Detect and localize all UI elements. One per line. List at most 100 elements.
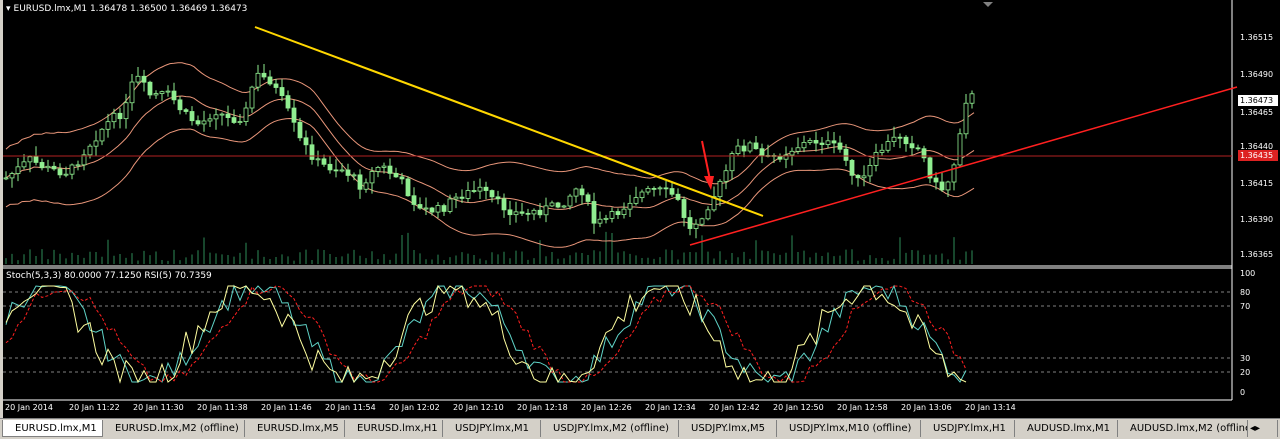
- tab-scroll-buttons[interactable]: ◂▸: [1248, 420, 1278, 437]
- red-arrow-icon[interactable]: [701, 140, 714, 190]
- candle-body: [375, 167, 381, 172]
- candle-body: [801, 142, 807, 149]
- candle-body: [777, 155, 783, 160]
- tab-usdjpy-m5[interactable]: USDJPY.lmx,M5: [679, 420, 777, 437]
- candle-body: [249, 86, 255, 109]
- candle-body: [579, 188, 585, 196]
- candle-body: [441, 205, 447, 212]
- candle-body: [417, 204, 423, 209]
- candle-body: [627, 202, 633, 210]
- candle-body: [615, 211, 621, 216]
- candle-body: [657, 187, 663, 190]
- time-label: 20 Jan 12:10: [453, 403, 504, 412]
- tab-audusd-m1[interactable]: AUDUSD.lmx,M1: [1015, 420, 1118, 437]
- candle-body: [621, 208, 627, 216]
- time-label: 20 Jan 12:42: [709, 403, 760, 412]
- chart-tab-bar: EURUSD.lmx,M1 EURUSD.lmx,M2 (offline) EU…: [0, 418, 1280, 439]
- candle-body: [75, 164, 81, 167]
- scroll-right-icon[interactable]: ▸: [1255, 423, 1260, 434]
- candle-body: [759, 148, 765, 156]
- candle-body: [351, 174, 357, 177]
- candle-body: [867, 164, 873, 177]
- candle-body: [699, 218, 705, 225]
- volume-bars: [5, 231, 973, 264]
- candle-body: [261, 72, 267, 78]
- candle-body: [687, 217, 693, 229]
- candle-body: [495, 196, 501, 200]
- price-chart[interactable]: [0, 0, 1280, 418]
- candle-body: [447, 198, 453, 212]
- candle-body: [69, 164, 75, 175]
- tab-usdjpy-m1[interactable]: USDJPY.lmx,M1: [443, 420, 541, 437]
- candle-body: [93, 140, 99, 147]
- shift-marker-icon[interactable]: [983, 2, 993, 7]
- time-label: 20 Jan 2014: [5, 403, 53, 412]
- tab-eurusd-h1[interactable]: EURUSD.lmx,H1: [345, 420, 443, 437]
- candle-body: [507, 209, 513, 216]
- candle-body: [849, 159, 855, 176]
- candle-body: [423, 207, 429, 210]
- stoch-signal-line: [5, 285, 967, 383]
- candle-body: [597, 218, 603, 224]
- candle-body: [519, 211, 525, 214]
- dropdown-triangle-icon[interactable]: ▾: [6, 4, 11, 14]
- candle-body: [3, 177, 9, 180]
- candle-body: [537, 209, 543, 216]
- price-label: 1.36390: [1240, 215, 1274, 224]
- candle-body: [861, 175, 867, 179]
- candle-body: [567, 195, 573, 207]
- time-label: 20 Jan 13:06: [901, 403, 952, 412]
- time-label: 20 Jan 12:18: [517, 403, 568, 412]
- candle-body: [219, 113, 225, 116]
- chart-window[interactable]: ▾ EURUSD.lmx,M1 1.36478 1.36500 1.36469 1…: [0, 0, 1280, 418]
- candle-body: [339, 169, 345, 172]
- candle-body: [429, 207, 435, 213]
- candle-body: [609, 211, 615, 219]
- candle-body: [819, 142, 825, 145]
- candle-body: [297, 121, 303, 139]
- tab-eurusd-m5[interactable]: EURUSD.lmx,M5: [245, 420, 345, 437]
- candle-body: [141, 75, 147, 83]
- candle-body: [645, 188, 651, 193]
- downtrend-line[interactable]: [254, 26, 764, 217]
- price-label: 1.36415: [1240, 179, 1274, 188]
- oscillator-levels: [3, 291, 1232, 373]
- candle-body: [243, 107, 249, 122]
- level-price-tag: 1.36435: [1238, 150, 1278, 161]
- candle-body: [753, 142, 759, 150]
- time-label: 20 Jan 12:02: [389, 403, 440, 412]
- candle-body: [633, 197, 639, 204]
- candle-body: [15, 166, 21, 174]
- candle-body: [399, 176, 405, 180]
- time-label: 20 Jan 12:50: [773, 403, 824, 412]
- tab-usdjpy-m2[interactable]: USDJPY.lmx,M2 (offline): [541, 420, 679, 437]
- candle-body: [357, 174, 363, 190]
- chart-title-text: EURUSD.lmx,M1 1.36478 1.36500 1.36469 1.…: [13, 4, 248, 14]
- candle-body: [9, 173, 15, 179]
- candle-body: [21, 161, 27, 168]
- tab-eurusd-m2[interactable]: EURUSD.lmx,M2 (offline): [103, 420, 245, 437]
- band-line: [5, 117, 975, 248]
- tab-audusd-m2[interactable]: AUDUSD.lmx,M2 (offline: [1118, 420, 1248, 437]
- candle-body: [213, 114, 219, 120]
- price-label: 1.36515: [1240, 33, 1274, 42]
- candle-body: [303, 137, 309, 146]
- candle-body: [333, 169, 339, 172]
- candle-body: [381, 165, 387, 168]
- candle-body: [843, 148, 849, 161]
- candle-body: [681, 199, 687, 218]
- time-label: 20 Jan 12:26: [581, 403, 632, 412]
- candle-body: [201, 120, 207, 125]
- candle-body: [879, 149, 885, 153]
- tab-usdjpy-m10[interactable]: USDJPY.lmx,M10 (offline): [777, 420, 921, 437]
- tab-usdjpy-h1[interactable]: USDJPY.lmx,H1: [921, 420, 1015, 437]
- candle-body: [63, 173, 69, 176]
- tab-eurusd-m1[interactable]: EURUSD.lmx,M1: [2, 420, 103, 437]
- candle-body: [663, 187, 669, 190]
- price-label: 1.36365: [1240, 250, 1274, 259]
- uptrend-line[interactable]: [689, 86, 1238, 246]
- candle-body: [735, 145, 741, 155]
- current-price-tag: 1.36473: [1238, 95, 1278, 106]
- osc-label: 100: [1240, 269, 1256, 278]
- candle-body: [831, 140, 837, 144]
